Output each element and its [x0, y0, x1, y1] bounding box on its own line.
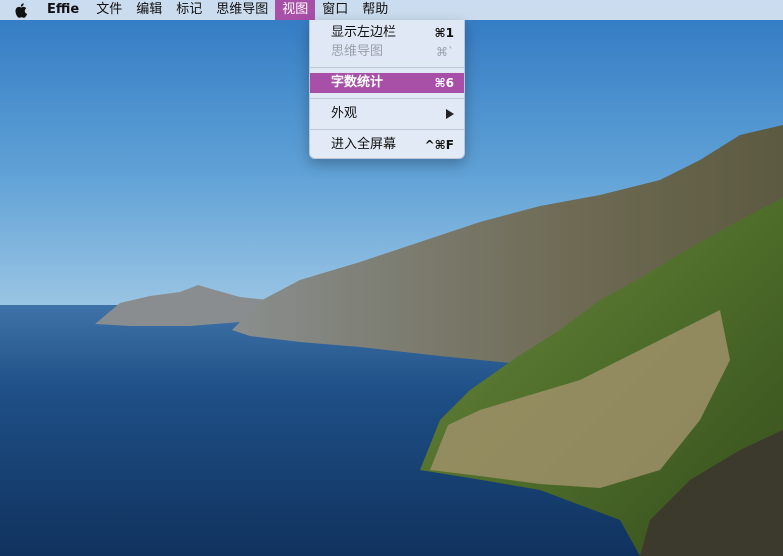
- menu-item-shortcut: ^⌘F: [424, 138, 454, 152]
- menu-item-show-left-sidebar[interactable]: 显示左边栏 ⌘1: [310, 23, 464, 43]
- menu-item-label: 进入全屏幕: [331, 137, 397, 152]
- menu-item-label: 字数统计: [331, 75, 384, 90]
- menu-item-appearance[interactable]: 外观: [310, 104, 464, 124]
- app-name-menu[interactable]: Effie: [37, 0, 89, 20]
- menu-separator: [310, 67, 464, 68]
- menu-separator: [310, 98, 464, 99]
- view-menu-dropdown: 显示左边栏 ⌘1 思维导图 ⌘` 字数统计 ⌘6 外观 进入全屏幕 ^⌘F: [309, 20, 465, 159]
- menu-item-label: 思维导图: [331, 44, 384, 59]
- menu-item-shortcut: ⌘`: [436, 45, 454, 59]
- menu-item-shortcut: ⌘1: [434, 26, 454, 40]
- menu-edit[interactable]: 编辑: [129, 0, 169, 20]
- menu-file[interactable]: 文件: [89, 0, 129, 20]
- apple-icon[interactable]: [0, 0, 37, 20]
- menu-window[interactable]: 窗口: [315, 0, 355, 20]
- menu-item-label: 外观: [331, 106, 358, 121]
- menu-item-enter-fullscreen[interactable]: 进入全屏幕 ^⌘F: [310, 135, 464, 155]
- menu-view[interactable]: 视图: [275, 0, 316, 20]
- menu-item-label: 显示左边栏: [331, 25, 397, 40]
- triangle-right-icon: [446, 104, 454, 124]
- menu-item-word-count[interactable]: 字数统计 ⌘6: [310, 73, 464, 93]
- menu-help[interactable]: 帮助: [355, 0, 395, 20]
- menu-separator: [310, 129, 464, 130]
- menu-item-shortcut: ⌘6: [434, 76, 454, 90]
- menu-bar: Effie 文件 编辑 标记 思维导图 视图 窗口 帮助: [0, 0, 783, 20]
- menu-mark[interactable]: 标记: [169, 0, 209, 20]
- menu-item-mindmap: 思维导图 ⌘`: [310, 42, 464, 62]
- menu-mindmap[interactable]: 思维导图: [209, 0, 275, 20]
